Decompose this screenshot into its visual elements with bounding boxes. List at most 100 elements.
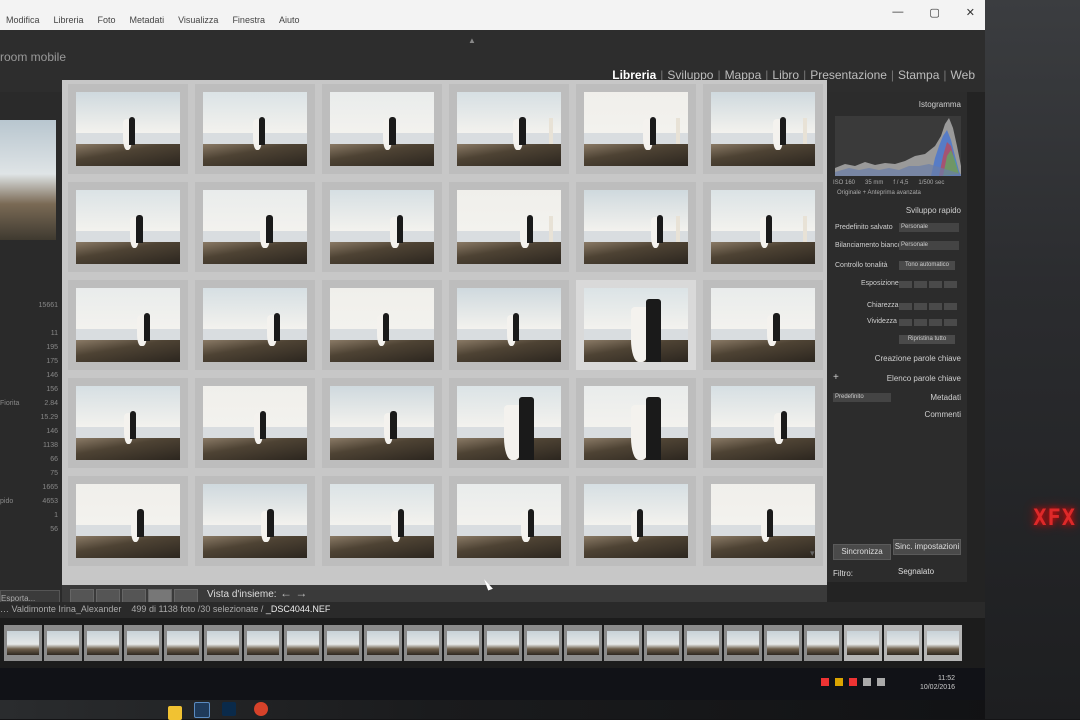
photo-thumbnail[interactable] [68, 280, 188, 370]
photo-thumbnail[interactable] [195, 476, 315, 566]
filmstrip-thumbnail[interactable] [164, 625, 202, 661]
photo-thumbnail[interactable] [449, 84, 569, 174]
navigator-preview[interactable] [0, 120, 56, 240]
filmstrip-thumbnail[interactable] [564, 625, 602, 661]
collection-row[interactable]: 75 [0, 470, 60, 484]
filmstrip-thumbnail[interactable] [924, 625, 962, 661]
adobe-tray-icon[interactable] [821, 678, 829, 686]
filmstrip-thumbnail[interactable] [524, 625, 562, 661]
auto-tone-button[interactable]: Tono automatico [899, 261, 955, 270]
collection-row[interactable]: 175 [0, 358, 60, 372]
collection-row[interactable]: 66 [0, 456, 60, 470]
grid-scroll-down-icon[interactable]: ▾ [810, 548, 815, 559]
photo-thumbnail[interactable] [449, 182, 569, 272]
filmstrip-thumbnail[interactable] [4, 625, 42, 661]
app-tray-icon[interactable] [849, 678, 857, 686]
photo-thumbnail[interactable] [68, 476, 188, 566]
metadata-preset-select[interactable]: Predefinito [833, 393, 891, 402]
photo-thumbnail[interactable] [322, 182, 442, 272]
collection-row[interactable]: Fiorita 2.84 [0, 400, 60, 414]
menu-item[interactable]: Finestra [232, 15, 265, 25]
photo-thumbnail[interactable] [576, 280, 696, 370]
next-arrow-icon[interactable]: → [295, 586, 307, 600]
collection-row[interactable]: 1138 [0, 442, 60, 456]
collection-row[interactable]: 11 [0, 330, 60, 344]
photo-thumbnail[interactable] [322, 378, 442, 468]
histogram-header[interactable]: Istogramma [919, 100, 961, 109]
menu-item[interactable]: Foto [98, 15, 116, 25]
filmstrip-thumbnail[interactable] [124, 625, 162, 661]
filmstrip-thumbnail[interactable] [244, 625, 282, 661]
keywording-header[interactable]: Creazione parole chiave [875, 354, 961, 363]
filmstrip-thumbnail[interactable] [884, 625, 922, 661]
menu-item[interactable]: Aiuto [279, 15, 300, 25]
filmstrip-thumbnail[interactable] [844, 625, 882, 661]
collection-row[interactable]: 1665 [0, 484, 60, 498]
menu-item[interactable]: Visualizza [178, 15, 218, 25]
menu-item[interactable]: Modifica [6, 15, 40, 25]
photo-thumbnail[interactable] [68, 84, 188, 174]
photo-thumbnail[interactable] [195, 378, 315, 468]
filmstrip-thumbnail[interactable] [284, 625, 322, 661]
photo-thumbnail[interactable] [322, 84, 442, 174]
photo-thumbnail[interactable] [195, 84, 315, 174]
collection-row[interactable]: pido 4653 [0, 498, 60, 512]
keyword-list-header[interactable]: Elenco parole chiave [887, 374, 961, 383]
filmstrip-thumbnail[interactable] [324, 625, 362, 661]
sync-settings-button[interactable]: Sinc. impostazioni [893, 539, 961, 555]
quick-develop-header[interactable]: Sviluppo rapido [906, 206, 961, 215]
photo-thumbnail[interactable] [322, 280, 442, 370]
prev-arrow-icon[interactable]: ← [280, 586, 292, 600]
file-explorer-icon[interactable] [168, 706, 182, 720]
collection-row[interactable]: 146 [0, 372, 60, 386]
clarity-buttons[interactable] [899, 303, 957, 310]
reset-all-button[interactable]: Ripristina tutto [899, 335, 955, 344]
collection-row[interactable]: 156 [0, 386, 60, 400]
photoshop-taskbar-icon[interactable] [222, 702, 236, 716]
collection-row[interactable] [0, 316, 60, 330]
photo-thumbnail[interactable] [449, 378, 569, 468]
filmstrip-thumbnail[interactable] [484, 625, 522, 661]
collection-row[interactable]: 15661 [0, 302, 60, 316]
collection-row[interactable]: 146 [0, 428, 60, 442]
maximize-button[interactable]: ▢ [929, 6, 939, 19]
photo-thumbnail[interactable] [449, 280, 569, 370]
add-keyword-icon[interactable]: + [833, 372, 839, 383]
white-balance-select[interactable]: Personale [899, 241, 959, 250]
top-panel-toggle-icon[interactable]: ▲ [468, 36, 476, 45]
collection-row[interactable]: 15.29 [0, 414, 60, 428]
module-web[interactable]: Web [951, 68, 975, 82]
warning-tray-icon[interactable] [835, 678, 843, 686]
filmstrip-thumbnail[interactable] [724, 625, 762, 661]
lightroom-taskbar-icon[interactable] [194, 702, 210, 718]
filter-value[interactable]: Segnalato [898, 567, 934, 576]
photo-thumbnail[interactable] [576, 476, 696, 566]
collection-row[interactable]: 1 [0, 512, 60, 526]
photo-thumbnail[interactable] [68, 182, 188, 272]
filmstrip-thumbnail[interactable] [204, 625, 242, 661]
close-button[interactable]: ✕ [966, 6, 975, 19]
photo-thumbnail[interactable] [576, 378, 696, 468]
photo-thumbnail[interactable] [576, 84, 696, 174]
vibrance-buttons[interactable] [899, 319, 957, 326]
filmstrip-thumbnail[interactable] [84, 625, 122, 661]
module-stampa[interactable]: Stampa [898, 68, 939, 82]
filmstrip-thumbnail[interactable] [364, 625, 402, 661]
photo-thumbnail[interactable] [449, 476, 569, 566]
network-icon[interactable] [863, 678, 871, 686]
filmstrip-thumbnail[interactable] [404, 625, 442, 661]
system-clock[interactable]: 11:52 10/02/2016 [920, 674, 955, 692]
photo-thumbnail[interactable] [322, 476, 442, 566]
photo-thumbnail[interactable] [703, 84, 823, 174]
photo-thumbnail[interactable] [703, 378, 823, 468]
saved-preset-select[interactable]: Personale [899, 223, 959, 232]
filmstrip-thumbnail[interactable] [684, 625, 722, 661]
photo-thumbnail[interactable] [68, 378, 188, 468]
folder-name[interactable]: … Valdimonte Irina_Alexander [0, 604, 121, 614]
minimize-button[interactable]: — [892, 6, 903, 19]
menu-item[interactable]: Metadati [130, 15, 165, 25]
filmstrip-thumbnail[interactable] [764, 625, 802, 661]
photo-thumbnail[interactable] [195, 182, 315, 272]
filmstrip-thumbnail[interactable] [644, 625, 682, 661]
filmstrip-thumbnail[interactable] [604, 625, 642, 661]
